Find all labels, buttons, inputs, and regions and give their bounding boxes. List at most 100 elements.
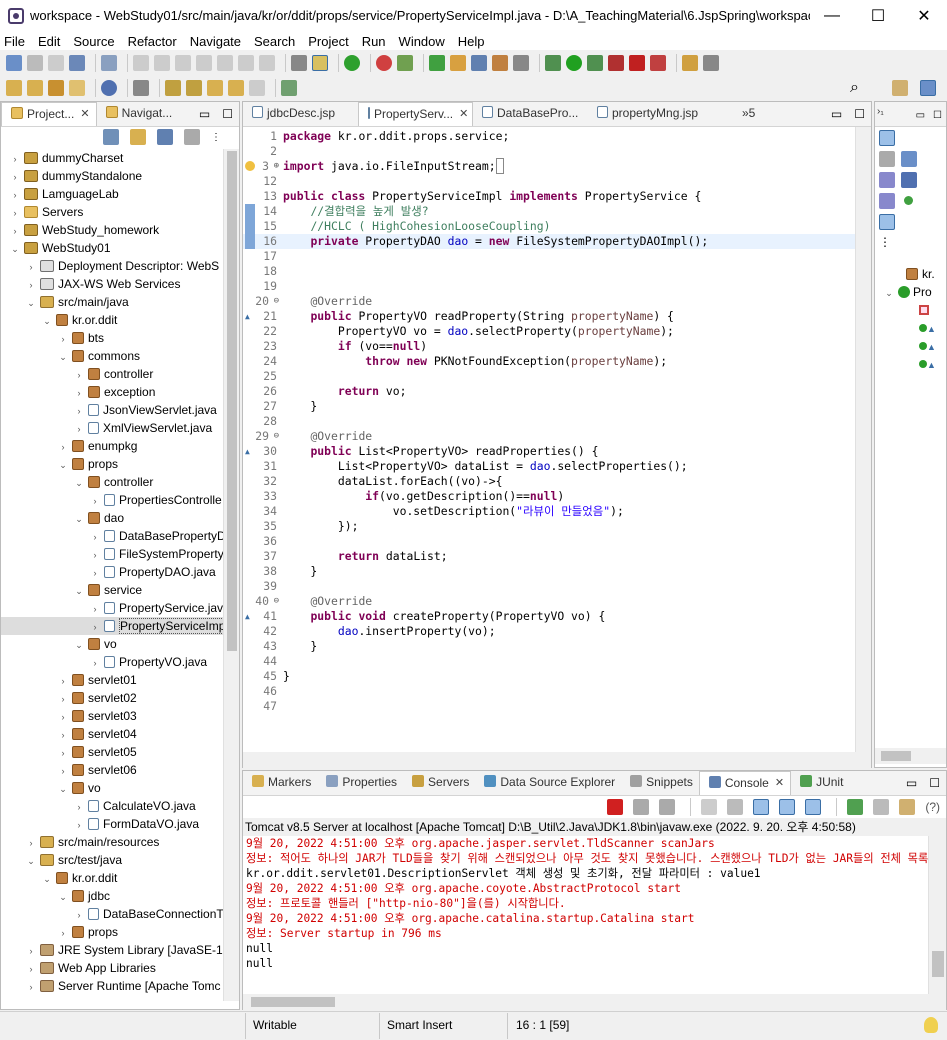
menu-source[interactable]: Source	[73, 34, 114, 49]
maximize-view-icon[interactable]: ☐	[222, 107, 233, 121]
tree-item[interactable]: ⌄ src/test/java	[1, 851, 223, 869]
tree-item[interactable]: ⌄ props	[1, 455, 223, 473]
chevron-down-icon[interactable]: ⌄	[25, 294, 37, 312]
tree-item[interactable]: ⌄ vo	[1, 779, 223, 797]
line-gutter[interactable]: 16	[243, 234, 281, 249]
line-gutter[interactable]: 39	[243, 579, 281, 594]
open-task-icon[interactable]	[471, 54, 487, 71]
line-gutter[interactable]: 25	[243, 369, 281, 384]
stop-icon[interactable]	[629, 54, 645, 71]
tree-item[interactable]: ⌄ controller	[1, 473, 223, 491]
tree-item[interactable]: › DataBasePropertyD	[1, 527, 224, 545]
tree-item[interactable]: › Deployment Descriptor: WebS	[1, 257, 223, 275]
tab-servers[interactable]: Servers	[403, 771, 475, 795]
clear-console-icon[interactable]	[701, 799, 718, 815]
chevron-right-icon[interactable]: ›	[73, 402, 85, 420]
maximize-view-icon[interactable]: ☐	[854, 107, 865, 121]
chevron-right-icon[interactable]: ›	[25, 942, 37, 960]
hide-fields-icon[interactable]	[879, 151, 895, 167]
show-stdout-icon[interactable]	[779, 799, 796, 815]
tree-item[interactable]: › src/main/resources	[1, 833, 223, 851]
chevron-right-icon[interactable]: ›	[73, 906, 85, 924]
line-gutter[interactable]: 37	[243, 549, 281, 564]
pin-console-icon[interactable]	[847, 799, 864, 815]
tree-item[interactable]: › enumpkg	[1, 437, 223, 455]
show-stderr-icon[interactable]	[805, 799, 822, 815]
tree-item[interactable]: › props	[1, 923, 223, 941]
tree-item[interactable]: › PropertyDAO.java	[1, 563, 223, 581]
line-gutter[interactable]: 1	[243, 129, 281, 144]
tree-item[interactable]: › bts	[1, 329, 223, 347]
tree-item[interactable]: ⌄ dao	[1, 509, 223, 527]
tree-item[interactable]: › JsonViewServlet.java	[1, 401, 223, 419]
skip-breakpoints-icon[interactable]	[133, 54, 149, 71]
tree-item[interactable]: › servlet03	[1, 707, 223, 725]
chevron-down-icon[interactable]: ⌄	[57, 888, 69, 906]
tree-item[interactable]: › JRE System Library [JavaSE-1.8	[1, 941, 224, 960]
maximize-view-icon[interactable]: ☐	[929, 776, 940, 790]
menu-refactor[interactable]: Refactor	[128, 34, 177, 49]
pilcrow-icon[interactable]	[513, 54, 529, 71]
close-button[interactable]: ✕	[901, 0, 947, 31]
chevron-right-icon[interactable]: ›	[57, 726, 69, 744]
close-icon[interactable]: ✕	[80, 107, 89, 120]
line-gutter[interactable]: 42	[243, 624, 281, 639]
view-menu-icon[interactable]	[184, 129, 200, 145]
tree-item[interactable]: ⌄ vo	[1, 635, 223, 653]
line-gutter[interactable]: 26	[243, 384, 281, 399]
menu-window[interactable]: Window	[399, 34, 445, 49]
chevron-down-icon[interactable]: ⌄	[25, 852, 37, 870]
tree-item[interactable]: › Servers	[1, 203, 223, 221]
chevron-down-icon[interactable]: ⌄	[57, 456, 69, 474]
code-area[interactable]: 1 package kr.or.ddit.props.service; 2 3 ⊕ imp…	[243, 127, 855, 752]
coverage-icon[interactable]	[587, 54, 603, 71]
open-resource-icon[interactable]	[69, 79, 85, 96]
toggle-block-icon[interactable]	[291, 54, 307, 71]
chevron-right-icon[interactable]: ›	[25, 978, 37, 996]
line-gutter[interactable]: 18	[243, 264, 281, 279]
chevron-right-icon[interactable]: ›	[57, 744, 69, 762]
tree-item[interactable]: › Web App Libraries	[1, 959, 223, 977]
step-over-icon[interactable]	[259, 54, 275, 71]
chevron-right-icon[interactable]: ›	[89, 654, 101, 672]
close-icon[interactable]: ✕	[775, 776, 784, 789]
line-gutter[interactable]: 36	[243, 534, 281, 549]
menu-search[interactable]: Search	[254, 34, 295, 49]
line-gutter[interactable]: 45	[243, 669, 281, 684]
chevron-down-icon[interactable]: ⌄	[73, 474, 85, 492]
tree-item[interactable]: ⌄ WebStudy01	[1, 239, 223, 257]
prev-annotation-icon[interactable]	[186, 79, 202, 96]
editor-tab[interactable]: DataBasePro...	[473, 102, 588, 126]
line-gutter[interactable]: 33	[243, 489, 281, 504]
line-gutter[interactable]: 20 ⊖	[243, 294, 281, 309]
terminate-icon[interactable]	[196, 54, 212, 71]
last-edit-icon[interactable]	[207, 79, 223, 96]
chevron-right-icon[interactable]: ›	[89, 618, 101, 636]
sort-icon[interactable]	[879, 172, 895, 188]
outline-item-method[interactable]: ▲	[875, 319, 945, 337]
line-gutter[interactable]: 46	[243, 684, 281, 699]
tree-item[interactable]: › DataBaseConnectionT	[1, 905, 224, 924]
line-gutter[interactable]: 31	[243, 459, 281, 474]
external-tools-icon[interactable]	[608, 54, 624, 71]
chevron-right-icon[interactable]: ›	[57, 924, 69, 942]
tree-item[interactable]: › FileSystemProperty	[1, 545, 224, 563]
maximize-view-icon[interactable]: ☐	[929, 110, 946, 126]
line-gutter[interactable]: 43	[243, 639, 281, 654]
terminate-icon[interactable]	[607, 799, 624, 815]
chevron-right-icon[interactable]: ›	[89, 564, 101, 582]
line-gutter[interactable]: ▲ 21	[243, 309, 281, 324]
tree-item[interactable]: › PropertyVO.java	[1, 653, 223, 671]
tree-item[interactable]: › Server Runtime [Apache Tomc	[1, 977, 223, 995]
tab-outline[interactable]: ›₁	[875, 102, 886, 126]
tab-snippets[interactable]: Snippets	[621, 771, 699, 795]
chevron-down-icon[interactable]: ⌄	[73, 582, 85, 600]
chevron-right-icon[interactable]: ›	[9, 168, 21, 186]
line-gutter[interactable]: 23	[243, 339, 281, 354]
chevron-right-icon[interactable]: ›	[57, 672, 69, 690]
line-gutter[interactable]: 12	[243, 174, 281, 189]
chevron-down-icon[interactable]: ⌄	[41, 312, 53, 330]
line-gutter[interactable]: 19	[243, 279, 281, 294]
outline-item-package[interactable]: kr.	[875, 265, 945, 283]
run-icon[interactable]	[566, 54, 582, 71]
